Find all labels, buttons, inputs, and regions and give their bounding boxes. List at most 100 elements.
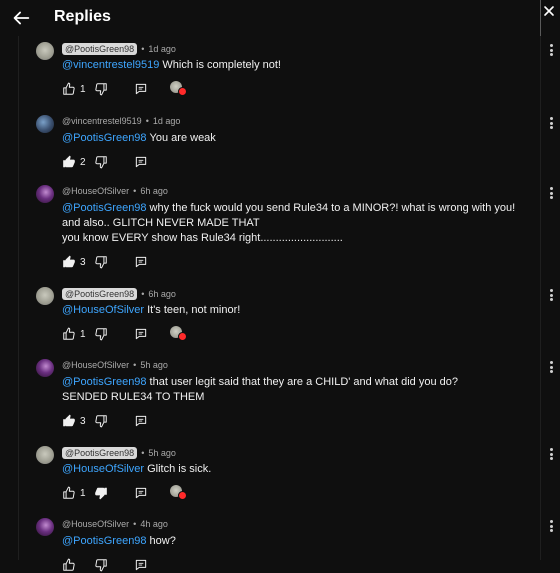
reply-text-content: Glitch is sick. — [147, 463, 212, 475]
reply-text-line: and also.. GLITCH NEVER MADE THAT — [62, 217, 260, 229]
reply-button[interactable] — [134, 82, 170, 96]
avatar[interactable] — [36, 115, 54, 133]
reply-button[interactable] — [134, 255, 170, 269]
dislike-button[interactable] — [94, 414, 134, 428]
thumbs-down-icon — [94, 486, 108, 500]
divider — [540, 0, 541, 36]
top-bar: Replies — [0, 0, 560, 36]
like-button[interactable]: 3 — [62, 414, 94, 428]
reply-icon — [134, 558, 148, 572]
reply-button[interactable] — [134, 558, 170, 572]
mention-link[interactable]: @vincentrestel9519 — [62, 59, 159, 71]
thumbs-down-icon — [94, 82, 108, 96]
reply-text-content: Which is completely not! — [162, 59, 281, 71]
thumbs-down-icon — [94, 327, 108, 341]
reply-text-line: @vincentrestel9519 Which is completely no… — [62, 58, 532, 73]
reply-text-line: @PootisGreen98 that user legit said that … — [62, 375, 532, 390]
more-options-icon[interactable] — [548, 187, 554, 201]
avatar[interactable] — [36, 518, 54, 536]
more-options-icon[interactable] — [548, 448, 554, 462]
creator-heart-icon — [170, 81, 187, 97]
like-button[interactable]: 1 — [62, 327, 94, 341]
reply-icon — [134, 255, 148, 269]
like-button[interactable]: 3 — [62, 255, 94, 269]
left-edge — [18, 36, 19, 560]
reply-actions: 1 — [62, 326, 187, 342]
more-options-icon[interactable] — [548, 361, 554, 375]
reply-icon — [134, 327, 148, 341]
timestamp: 5h ago — [140, 360, 168, 370]
close-area[interactable] — [540, 0, 560, 36]
reply-text-content: why the fuck would you send Rule34 to a … — [149, 202, 516, 214]
reply-meta: @vincentrestel9519 • 1d ago — [62, 116, 180, 126]
avatar[interactable] — [36, 287, 54, 305]
like-button[interactable]: 1 — [62, 486, 94, 500]
like-button[interactable] — [62, 558, 94, 572]
creator-heart-icon — [170, 485, 187, 501]
more-options-icon[interactable] — [548, 117, 554, 131]
thumbs-down-icon — [94, 155, 108, 169]
reply-button[interactable] — [134, 486, 170, 500]
avatar[interactable] — [36, 359, 54, 377]
reply-button[interactable] — [134, 414, 170, 428]
more-options-icon[interactable] — [548, 44, 554, 58]
reply-actions: 3 — [62, 413, 170, 429]
dislike-button[interactable] — [94, 558, 134, 572]
reply-icon — [134, 414, 148, 428]
separator-dot: • — [141, 44, 145, 54]
back-arrow-icon[interactable] — [10, 7, 32, 29]
page-title: Replies — [54, 8, 111, 25]
avatar[interactable] — [36, 446, 54, 464]
mention-link[interactable]: @HouseOfSilver — [62, 304, 144, 316]
author-handle[interactable]: @PootisGreen98 — [62, 447, 138, 459]
timestamp: 1d ago — [152, 116, 181, 126]
thumbs-up-icon — [62, 155, 76, 169]
author-handle[interactable]: @PootisGreen98 — [62, 43, 138, 55]
reply-text-line: @HouseOfSilver Glitch is sick. — [62, 462, 532, 477]
more-options-icon[interactable] — [548, 289, 554, 303]
thumbs-down-icon — [94, 414, 108, 428]
close-icon[interactable] — [542, 4, 556, 18]
timestamp: 1d ago — [148, 44, 176, 54]
author-handle[interactable]: @HouseOfSilver — [62, 360, 129, 370]
dislike-button[interactable] — [94, 486, 134, 500]
dislike-button[interactable] — [94, 155, 134, 169]
separator-dot: • — [141, 289, 145, 299]
avatar[interactable] — [36, 42, 54, 60]
reply-meta: @HouseOfSilver • 5h ago — [62, 360, 168, 370]
reply-text-content: You are weak — [149, 132, 216, 144]
reply-button[interactable] — [134, 155, 170, 169]
heart-icon — [178, 87, 187, 96]
mention-link[interactable]: @HouseOfSilver — [62, 463, 144, 475]
avatar[interactable] — [36, 185, 54, 203]
reply-text: @HouseOfSilver It's teen, not minor! — [62, 303, 532, 318]
timestamp: 6h ago — [140, 186, 168, 196]
mention-link[interactable]: @PootisGreen98 — [62, 535, 147, 547]
author-handle[interactable]: @vincentrestel9519 — [62, 116, 142, 126]
dislike-button[interactable] — [94, 82, 134, 96]
reply-text: @PootisGreen98 You are weak — [62, 131, 532, 146]
reply-icon — [134, 155, 148, 169]
author-handle[interactable]: @PootisGreen98 — [62, 288, 138, 300]
thumbs-up-icon — [62, 558, 76, 572]
mention-link[interactable]: @PootisGreen98 — [62, 202, 147, 214]
reply-button[interactable] — [134, 327, 170, 341]
right-edge — [540, 36, 541, 560]
reply-text-line: @PootisGreen98 You are weak — [62, 131, 532, 146]
dislike-button[interactable] — [94, 327, 134, 341]
reply-text-content: It's teen, not minor! — [147, 304, 241, 316]
mention-link[interactable]: @PootisGreen98 — [62, 376, 147, 388]
dislike-button[interactable] — [94, 255, 134, 269]
reply-text-line: @PootisGreen98 why the fuck would you sen… — [62, 201, 532, 216]
like-button[interactable]: 1 — [62, 82, 94, 96]
like-button[interactable]: 2 — [62, 155, 94, 169]
author-handle[interactable]: @HouseOfSilver — [62, 186, 129, 196]
mention-link[interactable]: @PootisGreen98 — [62, 132, 147, 144]
more-options-icon[interactable] — [548, 520, 554, 534]
thumbs-up-icon — [62, 414, 76, 428]
reply-actions: 3 — [62, 254, 170, 270]
heart-icon — [178, 491, 187, 500]
reply-meta: @PootisGreen98 • 6h ago — [62, 288, 176, 300]
author-handle[interactable]: @HouseOfSilver — [62, 519, 129, 529]
reply-text: @PootisGreen98 why the fuck would you sen… — [62, 201, 532, 246]
